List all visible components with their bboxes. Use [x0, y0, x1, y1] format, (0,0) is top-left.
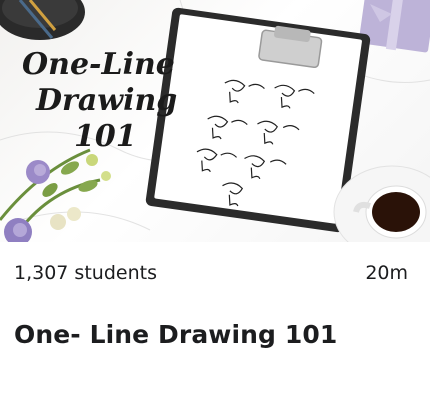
thumbnail-title-line3: 101: [74, 119, 137, 154]
flowers: [0, 148, 111, 242]
course-card[interactable]: One-Line Drawing 101 1,307 students 20m …: [0, 0, 430, 400]
course-title[interactable]: One- Line Drawing 101: [14, 320, 337, 349]
thumbnail-title-line2: Drawing: [35, 83, 177, 118]
pencil-cup: [0, 0, 85, 40]
thumbnail-title-line1: One-Line: [22, 47, 175, 82]
student-count: 1,307 students: [14, 262, 157, 284]
course-duration: 20m: [365, 262, 408, 284]
course-thumbnail[interactable]: One-Line Drawing 101: [0, 0, 430, 242]
course-meta: 1,307 students 20m: [14, 262, 408, 284]
thumbnail-title: One-Line Drawing 101: [22, 47, 177, 154]
